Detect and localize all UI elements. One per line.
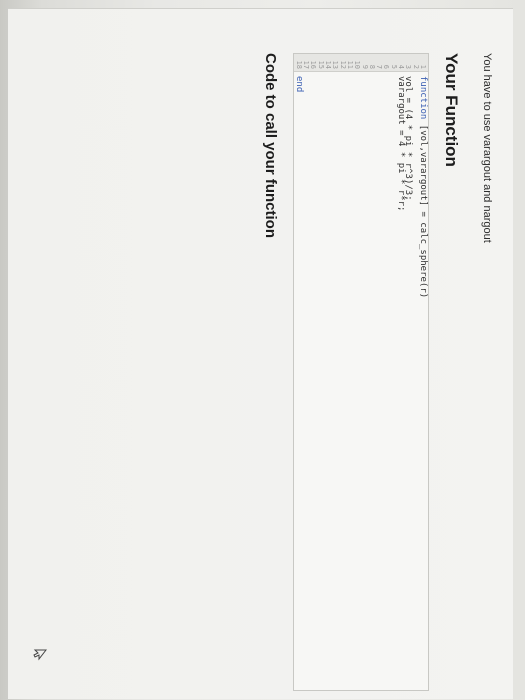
line-number: 1 [419,64,427,69]
code-line[interactable]: 10 [353,54,362,690]
line-number: 6 [382,64,391,69]
code-line[interactable]: 16 [309,54,318,690]
code-line[interactable]: 4 varargout = 4 * pi * r*r; [396,54,407,690]
line-number: 5 [389,64,398,69]
line-number: 11 [346,60,354,69]
code-line[interactable]: 12 [338,54,347,690]
line-number: 13 [331,60,340,69]
line-number: 18 [294,60,303,69]
line-number: 15 [316,60,325,69]
problem-panel: You have to use varargout and nargout Yo… [8,8,513,699]
line-number: 8 [367,64,376,69]
code-text: end [293,76,304,93]
code-line[interactable]: 14 [324,54,333,690]
line-number: 17 [302,60,311,69]
code-content: [vol,varargout] = calc_sphere(r) [418,119,428,299]
mouse-pointer-icon [33,649,47,661]
your-function-heading: Your Function [442,53,461,167]
line-number: 12 [338,60,347,69]
code-keyword: end [293,76,304,93]
code-line[interactable]: 15 [316,54,325,690]
line-number: 3 [404,64,413,69]
code-line[interactable]: 17 [302,54,311,690]
code-content: varargout = 4 * pi * r*r; [396,76,407,212]
code-line[interactable]: 11 [346,54,354,690]
code-line[interactable]: 6 [382,54,391,690]
code-line[interactable]: 7 [375,54,384,690]
code-text: varargout = 4 * pi * r*r; [396,76,407,212]
line-number: 16 [309,60,318,69]
line-number: 10 [353,60,362,69]
code-line[interactable]: 1 function [vol,varargout] = calc_sphere(… [418,54,428,690]
code-editor[interactable]: 1 function [vol,varargout] = calc_sphere(… [293,53,429,691]
instruction-text: You have to use varargout and nargout [481,53,493,243]
line-number: 9 [360,64,369,69]
photo-of-screen: You have to use varargout and nargout Yo… [0,0,525,700]
rotated-content: You have to use varargout and nargout Yo… [0,0,525,700]
code-line[interactable]: 5 [389,54,398,690]
code-line[interactable]: 8 [367,54,376,690]
code-line[interactable]: 18 end [293,54,304,690]
line-number: 2 [411,64,420,69]
code-line[interactable]: 13 [331,54,340,690]
code-keyword: function [418,76,428,120]
line-number: 4 [397,64,406,69]
code-to-call-heading: Code to call your function [262,53,279,239]
code-text: function [vol,varargout] = calc_sphere(r… [418,76,428,299]
line-number: 14 [324,60,333,69]
code-line[interactable]: 9 [360,54,369,690]
line-number: 7 [375,64,384,69]
